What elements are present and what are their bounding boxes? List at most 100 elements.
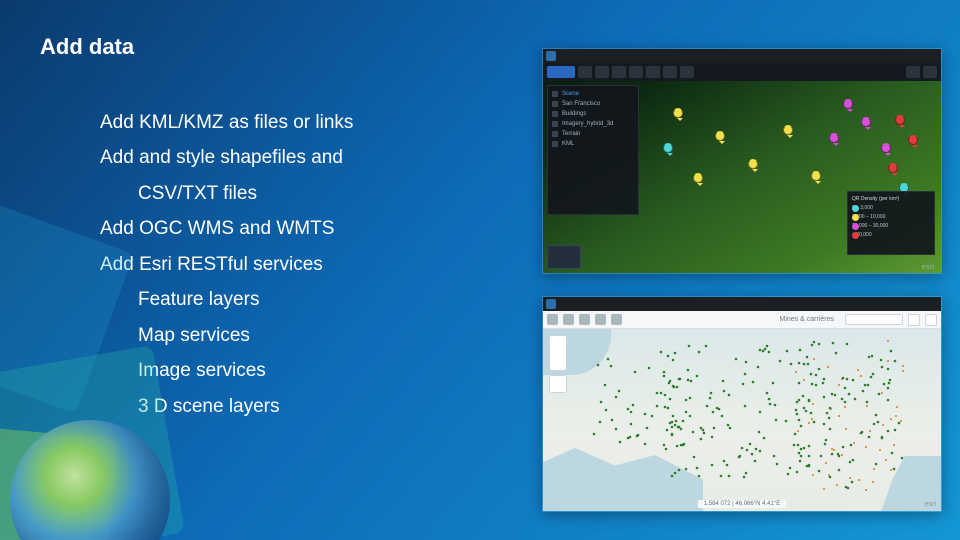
map-point bbox=[841, 454, 843, 456]
layer-row[interactable]: Terrain bbox=[552, 131, 634, 137]
map-point bbox=[803, 379, 805, 381]
map-point bbox=[862, 390, 864, 392]
map-point bbox=[656, 392, 658, 394]
map-point bbox=[798, 419, 800, 421]
map-point bbox=[705, 345, 707, 347]
legend-row: 0 – 3,000 bbox=[852, 205, 930, 211]
layer-row[interactable]: San Francisco bbox=[552, 101, 634, 107]
toolbar-button[interactable] bbox=[925, 314, 937, 326]
home-control[interactable] bbox=[549, 375, 567, 393]
bullet-kml: Add KML/KMZ as files or links bbox=[100, 108, 460, 137]
map-point bbox=[646, 427, 648, 429]
window-icon bbox=[546, 51, 556, 61]
map-point bbox=[727, 424, 729, 426]
map-pin-icon bbox=[673, 108, 683, 118]
globe-graphic bbox=[10, 420, 170, 540]
layer-row[interactable]: Buildings bbox=[552, 111, 634, 117]
map-point bbox=[676, 445, 678, 447]
window-icon bbox=[546, 299, 556, 309]
toolbar-save-icon[interactable] bbox=[611, 314, 622, 325]
map-point bbox=[893, 444, 895, 446]
toolbar-button[interactable] bbox=[612, 66, 626, 78]
map-canvas[interactable]: 1:584 072 | 46.066°N 4.41°E esri bbox=[543, 329, 941, 511]
map-point bbox=[826, 412, 828, 414]
toolbar-basemap-icon[interactable] bbox=[579, 314, 590, 325]
map-point bbox=[676, 386, 678, 388]
toolbar-button[interactable] bbox=[629, 66, 643, 78]
map-point bbox=[644, 443, 646, 445]
map-point bbox=[800, 425, 802, 427]
zoom-control[interactable] bbox=[549, 335, 567, 371]
toolbar-button[interactable] bbox=[906, 66, 920, 78]
map-point bbox=[600, 401, 602, 403]
toolbar-button[interactable] bbox=[908, 314, 920, 326]
map-point bbox=[671, 475, 673, 477]
toolbar-button[interactable] bbox=[595, 66, 609, 78]
legend-title: QR Density (per km²) bbox=[852, 196, 930, 202]
toolbar-button[interactable] bbox=[680, 66, 694, 78]
map-point bbox=[847, 487, 849, 489]
toolbar-analysis-icon[interactable] bbox=[595, 314, 606, 325]
layer-row[interactable]: Scene bbox=[552, 91, 634, 97]
map-point bbox=[769, 403, 771, 405]
map-point bbox=[696, 375, 698, 377]
map-point bbox=[808, 455, 810, 457]
map-point bbox=[803, 363, 805, 365]
layer-panel[interactable]: Scene San Francisco Buildings Imagery_hy… bbox=[547, 85, 639, 215]
map-point bbox=[808, 464, 810, 466]
map-point bbox=[630, 411, 632, 413]
toolbar-add-icon[interactable] bbox=[547, 314, 558, 325]
map-point bbox=[674, 352, 676, 354]
esri-logo: esri bbox=[925, 501, 936, 508]
map-point bbox=[698, 351, 700, 353]
basemap-thumbnail[interactable] bbox=[547, 245, 581, 269]
map-point bbox=[664, 406, 666, 408]
map-point bbox=[669, 380, 671, 382]
map-point bbox=[887, 360, 889, 362]
toolbar-button[interactable] bbox=[923, 66, 937, 78]
map-point bbox=[882, 424, 884, 426]
search-input[interactable] bbox=[845, 314, 903, 325]
map-point bbox=[797, 444, 799, 446]
screenshot-body: Scene San Francisco Buildings Imagery_hy… bbox=[543, 63, 941, 273]
map-point bbox=[823, 488, 825, 490]
slide: Add data Add KML/KMZ as files or links A… bbox=[0, 0, 960, 540]
legend-row: 3,000 – 10,000 bbox=[852, 214, 930, 220]
toolbar-button[interactable] bbox=[663, 66, 677, 78]
map-point bbox=[757, 366, 759, 368]
map-point bbox=[702, 429, 704, 431]
map-point bbox=[728, 394, 730, 396]
toolbar-home-button[interactable] bbox=[547, 66, 575, 78]
map-point bbox=[663, 444, 665, 446]
map-point bbox=[842, 446, 844, 448]
map-point bbox=[846, 378, 848, 380]
layer-row[interactable]: Imagery_hybrid_3d bbox=[552, 121, 634, 127]
map-point bbox=[743, 476, 745, 478]
map-point bbox=[745, 472, 747, 474]
map-point bbox=[772, 382, 774, 384]
map-point bbox=[808, 422, 810, 424]
map-point bbox=[713, 427, 715, 429]
toolbar-button[interactable] bbox=[646, 66, 660, 78]
map-point bbox=[764, 348, 766, 350]
map-point bbox=[831, 393, 833, 395]
map-point bbox=[799, 460, 801, 462]
map-point bbox=[890, 469, 892, 471]
map-point bbox=[829, 476, 831, 478]
map-point bbox=[838, 469, 840, 471]
map-point bbox=[880, 359, 882, 361]
map-point bbox=[822, 382, 824, 384]
map-point bbox=[803, 447, 805, 449]
map-point bbox=[723, 460, 725, 462]
legend-swatch bbox=[852, 205, 859, 212]
map-point bbox=[902, 370, 904, 372]
map-pin-icon bbox=[748, 159, 758, 169]
map-point bbox=[890, 350, 892, 352]
toolbar-button[interactable] bbox=[578, 66, 592, 78]
map-point bbox=[687, 369, 689, 371]
layer-row[interactable]: KML bbox=[552, 141, 634, 147]
map-point bbox=[615, 396, 617, 398]
toolbar-layers-icon[interactable] bbox=[563, 314, 574, 325]
map-point bbox=[896, 406, 898, 408]
app-toolbar: Mines & carrières bbox=[543, 311, 941, 329]
